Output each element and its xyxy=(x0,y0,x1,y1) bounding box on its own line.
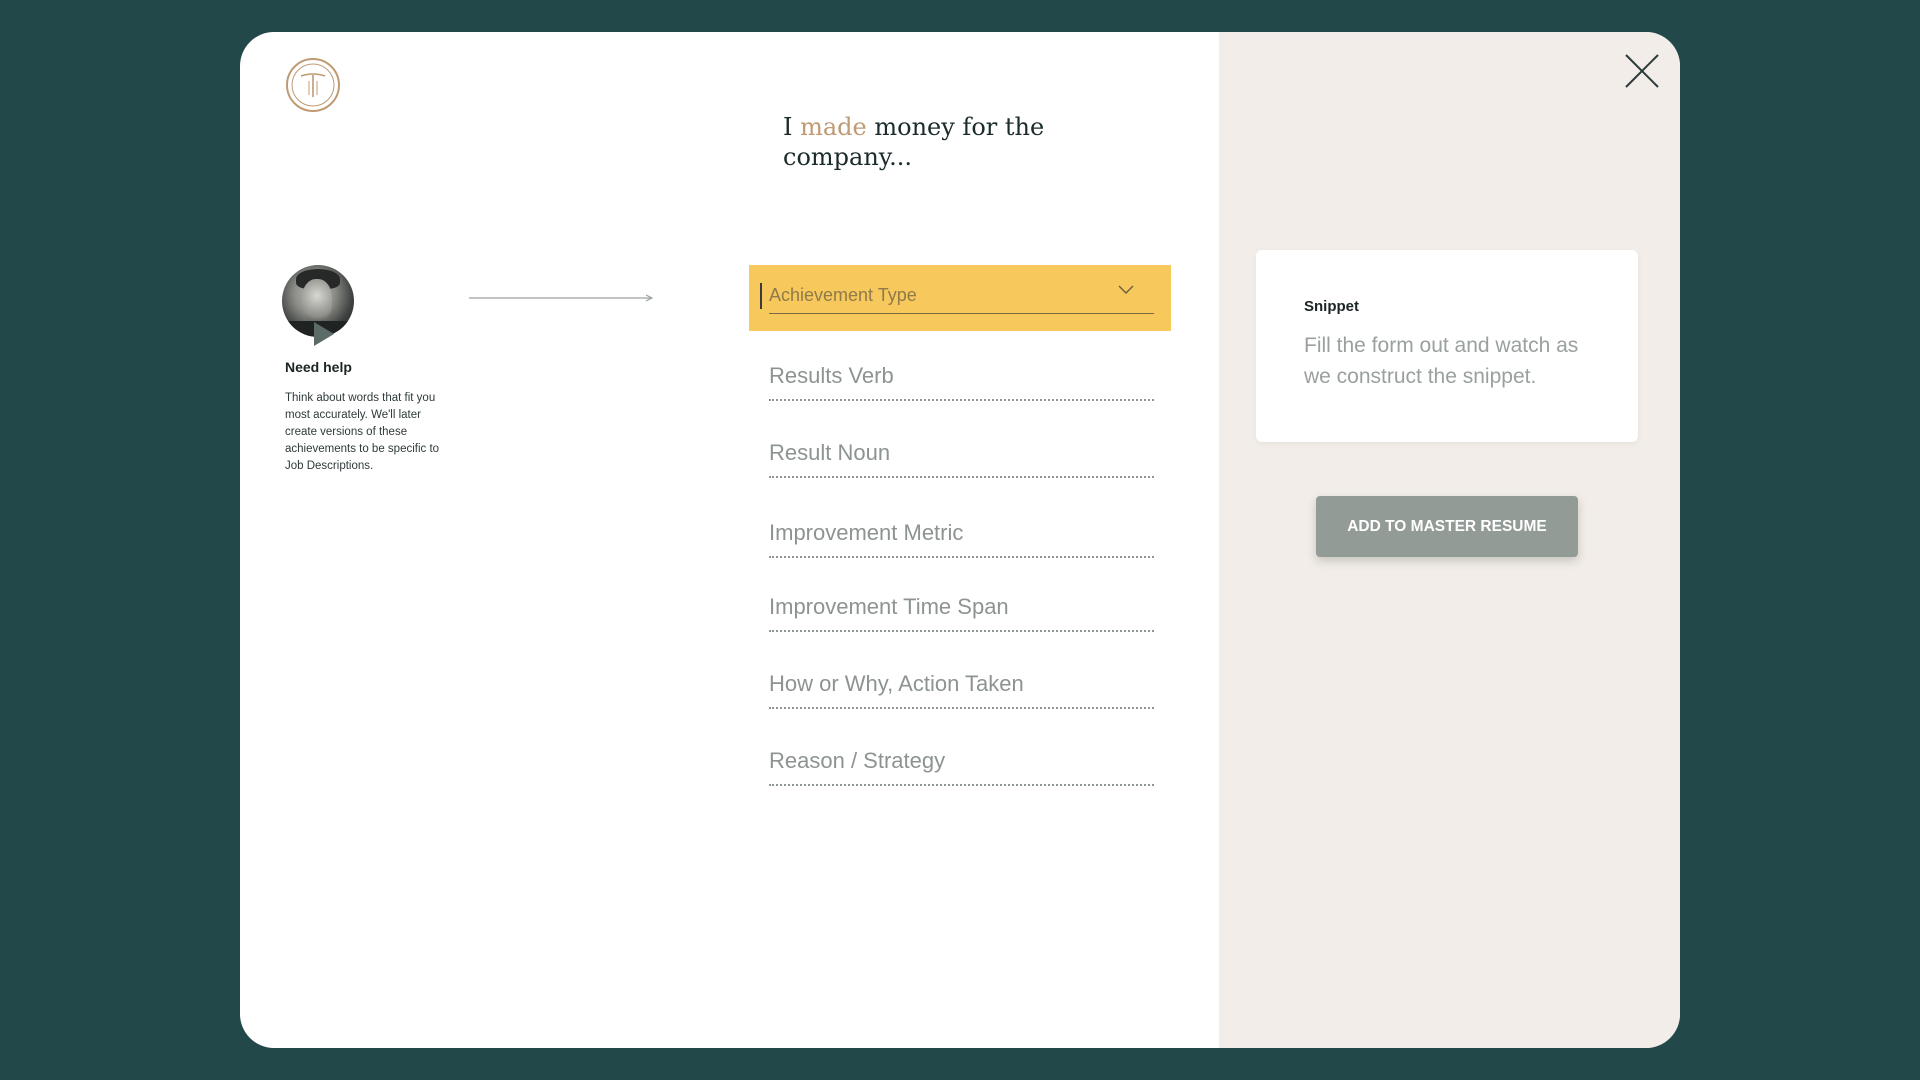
improvement-time-span-field[interactable]: Improvement Time Span xyxy=(769,590,1154,632)
play-icon[interactable] xyxy=(314,322,334,346)
results-verb-field[interactable]: Results Verb xyxy=(769,359,1154,401)
result-noun-placeholder: Result Noun xyxy=(769,440,891,465)
logo-icon[interactable] xyxy=(285,57,341,113)
help-text: Think about words that fit you most accu… xyxy=(285,392,440,472)
text-cursor xyxy=(760,283,762,309)
snippet-title: Snippet xyxy=(1304,298,1359,315)
results-verb-placeholder: Results Verb xyxy=(769,363,894,388)
reason-strategy-placeholder: Reason / Strategy xyxy=(769,748,946,773)
action-taken-placeholder: How or Why, Action Taken xyxy=(769,671,1024,696)
snippet-card: Snippet Fill the form out and watch as w… xyxy=(1256,250,1638,442)
chevron-down-icon[interactable] xyxy=(1117,283,1135,297)
reason-strategy-field[interactable]: Reason / Strategy xyxy=(769,744,1154,786)
result-noun-field[interactable]: Result Noun xyxy=(769,436,1154,478)
close-icon[interactable] xyxy=(1625,54,1659,88)
improvement-metric-field[interactable]: Improvement Metric xyxy=(769,516,1154,558)
help-title: Need help xyxy=(285,359,352,375)
headline-accent-word: made xyxy=(800,113,867,141)
improvement-metric-placeholder: Improvement Metric xyxy=(769,520,964,545)
page-title: I made money for the company... xyxy=(783,112,1113,172)
action-taken-field[interactable]: How or Why, Action Taken xyxy=(769,667,1154,709)
snippet-body: Fill the form out and watch as we constr… xyxy=(1304,334,1579,388)
modal: I made money for the company... Need hel… xyxy=(240,32,1680,1048)
improvement-time-span-placeholder: Improvement Time Span xyxy=(769,594,1009,619)
headline-prefix: I xyxy=(783,113,801,141)
dropdown-label: Achievement Type xyxy=(769,285,917,305)
dropdown-underline xyxy=(769,313,1154,314)
arrow-right-icon xyxy=(469,294,653,302)
add-to-master-resume-button[interactable]: ADD TO MASTER RESUME xyxy=(1316,496,1578,557)
achievement-type-dropdown[interactable]: Achievement Type xyxy=(749,265,1171,331)
